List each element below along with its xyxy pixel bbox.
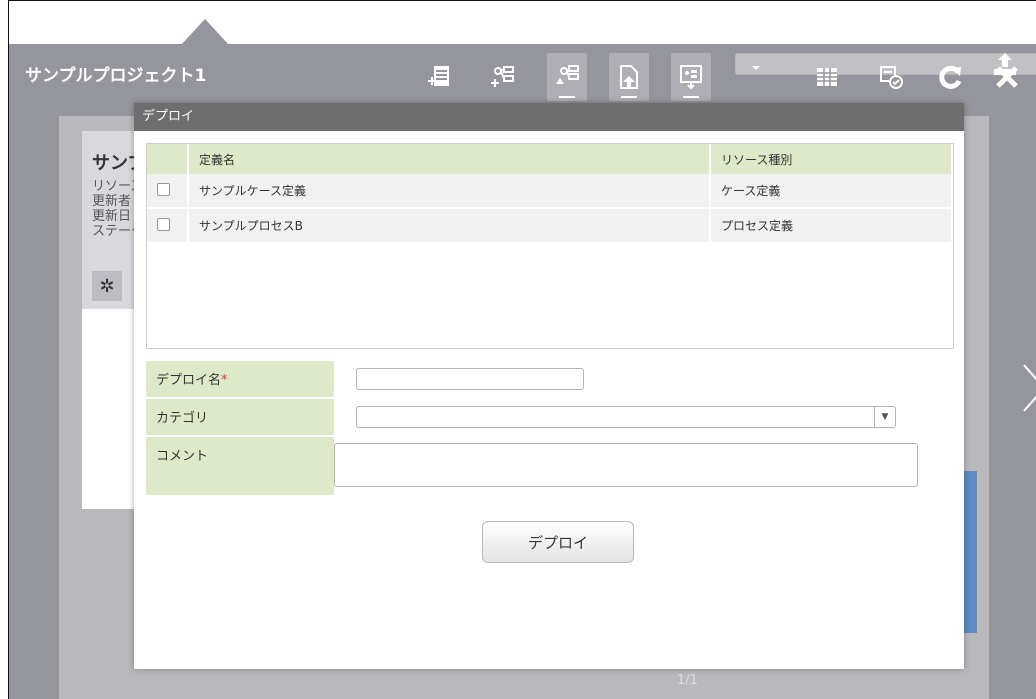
- dialog-title: デプロイ: [134, 103, 964, 131]
- upload-file-icon[interactable]: [609, 53, 649, 101]
- release-icon[interactable]: [871, 53, 911, 101]
- project-title: サンプルプロジェクト1: [25, 66, 207, 86]
- chevron-down-icon[interactable]: ▼: [874, 407, 895, 427]
- deploy-button[interactable]: デプロイ: [482, 521, 634, 563]
- definition-grid: 定義名 リソース種別 サンプルケース定義 ケース定義 サンプルプロセスB プロセ…: [146, 143, 954, 349]
- deploy-name-input[interactable]: [356, 368, 584, 390]
- deploy-dialog: デプロイ 定義名 リソース種別 サンプルケース定義 ケース定義 サンプルプロセス…: [134, 103, 964, 669]
- required-mark: *: [221, 373, 228, 388]
- category-select[interactable]: ▼: [356, 406, 896, 428]
- export-diagram-icon[interactable]: [671, 53, 711, 101]
- app-frame: サンプルプロジェクト1 サンプ リソース 更新者 更新日 ステータ ✲ 1/1 …: [8, 0, 1036, 699]
- add-form-icon[interactable]: [419, 53, 459, 101]
- next-chevron-icon[interactable]: [1019, 363, 1036, 413]
- column-header-name: 定義名: [188, 144, 711, 174]
- table-icon[interactable]: [807, 53, 847, 101]
- tab-pointer: [181, 19, 229, 45]
- select-column-header: [147, 144, 189, 174]
- gear-icon[interactable]: ✲: [92, 271, 122, 301]
- row-checkbox[interactable]: [157, 217, 170, 231]
- resource-type: ケース定義: [710, 174, 953, 208]
- definition-name: サンプルプロセスB: [188, 207, 711, 242]
- column-header-type: リソース種別: [710, 144, 953, 174]
- import-flow-icon[interactable]: [547, 53, 587, 101]
- refresh-icon[interactable]: [931, 53, 971, 101]
- close-icon[interactable]: [987, 53, 1027, 101]
- definition-name: サンプルケース定義: [188, 174, 711, 208]
- resource-type: プロセス定義: [710, 207, 953, 242]
- row-checkbox[interactable]: [157, 182, 170, 196]
- table-row[interactable]: サンプルプロセスB プロセス定義: [147, 207, 953, 242]
- comment-textarea[interactable]: [334, 443, 918, 487]
- add-flow-icon[interactable]: [483, 53, 523, 101]
- table-row[interactable]: サンプルケース定義 ケース定義: [147, 174, 953, 208]
- category-label: カテゴリ: [146, 399, 334, 435]
- deploy-name-label: デプロイ名*: [146, 361, 334, 397]
- page-indicator: 1/1: [677, 673, 698, 688]
- deploy-form: デプロイ名* カテゴリ ▼ コメント: [146, 361, 952, 497]
- comment-label: コメント: [146, 437, 334, 495]
